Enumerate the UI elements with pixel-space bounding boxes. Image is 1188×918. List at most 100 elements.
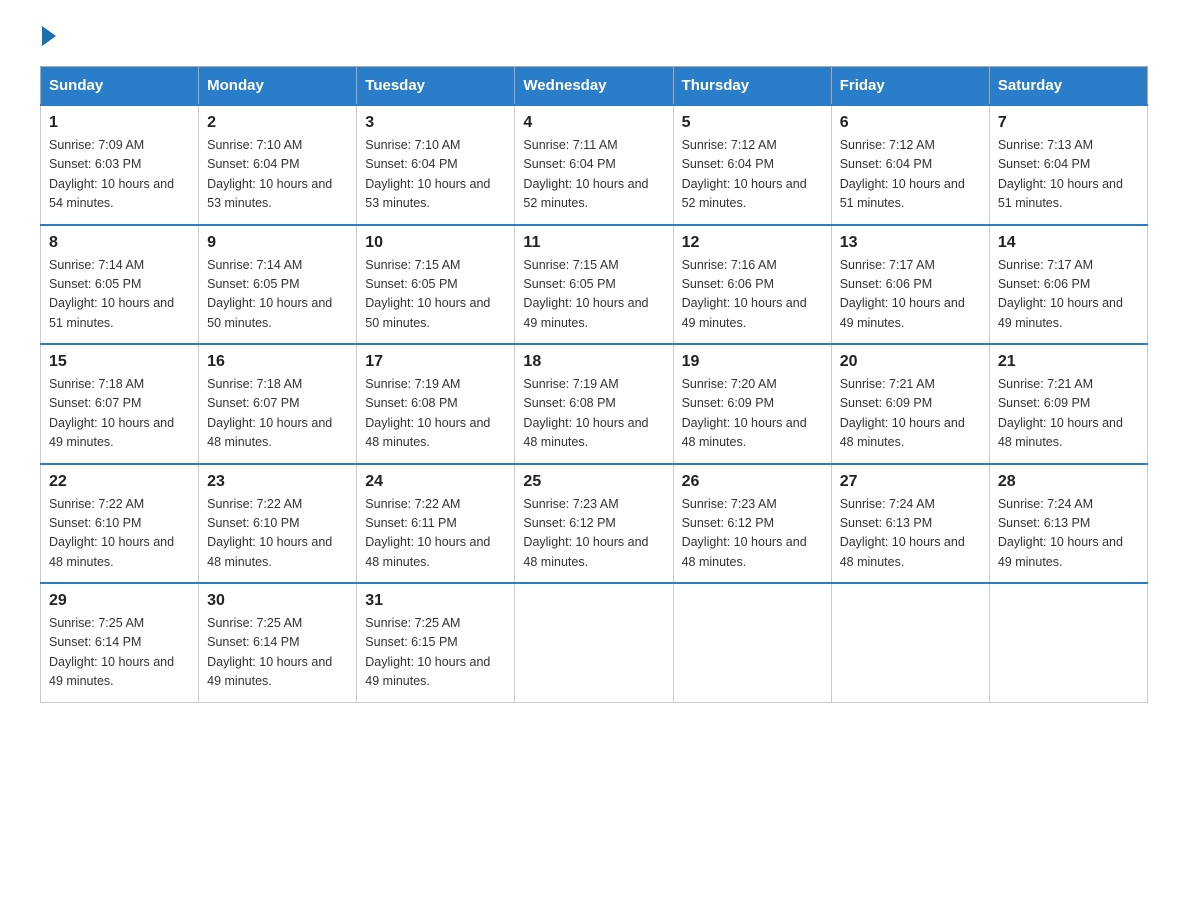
day-number: 6 [840, 114, 981, 132]
calendar-cell: 7Sunrise: 7:13 AMSunset: 6:04 PMDaylight… [989, 105, 1147, 225]
day-number: 13 [840, 234, 981, 252]
calendar-cell: 2 Sunrise: 7:10 AMSunset: 6:04 PMDaylight… [199, 105, 357, 225]
calendar-cell: 28 Sunrise: 7:24 AMSunset: 6:13 PMDayligh… [989, 464, 1147, 584]
day-number: 18 [523, 353, 664, 371]
calendar-cell: 23 Sunrise: 7:22 AMSunset: 6:10 PMDayligh… [199, 464, 357, 584]
day-info: Sunrise: 7:10 AMSunset: 6:04 PMDaylight:… [365, 136, 506, 214]
day-number: 8 [49, 234, 190, 252]
calendar-cell: 30 Sunrise: 7:25 AMSunset: 6:14 PMDayligh… [199, 583, 357, 702]
day-number: 23 [207, 473, 348, 491]
logo [40, 30, 56, 46]
week-row-1: 1 Sunrise: 7:09 AMSunset: 6:03 PMDaylight… [41, 105, 1148, 225]
weekday-header-friday: Friday [831, 67, 989, 106]
logo-triangle-icon [42, 26, 56, 46]
calendar-cell [831, 583, 989, 702]
day-info: Sunrise: 7:23 AMSunset: 6:12 PMDaylight:… [682, 495, 823, 573]
calendar-cell: 14Sunrise: 7:17 AMSunset: 6:06 PMDayligh… [989, 225, 1147, 345]
day-number: 30 [207, 592, 348, 610]
day-number: 7 [998, 114, 1139, 132]
calendar-cell: 3 Sunrise: 7:10 AMSunset: 6:04 PMDaylight… [357, 105, 515, 225]
day-number: 12 [682, 234, 823, 252]
day-info: Sunrise: 7:21 AMSunset: 6:09 PMDaylight:… [998, 375, 1139, 453]
day-number: 24 [365, 473, 506, 491]
calendar-cell: 25 Sunrise: 7:23 AMSunset: 6:12 PMDayligh… [515, 464, 673, 584]
calendar-cell: 9 Sunrise: 7:14 AMSunset: 6:05 PMDaylight… [199, 225, 357, 345]
day-info: Sunrise: 7:09 AMSunset: 6:03 PMDaylight:… [49, 136, 190, 214]
day-info: Sunrise: 7:24 AMSunset: 6:13 PMDaylight:… [998, 495, 1139, 573]
day-number: 2 [207, 114, 348, 132]
day-number: 14 [998, 234, 1139, 252]
calendar-cell: 5Sunrise: 7:12 AMSunset: 6:04 PMDaylight… [673, 105, 831, 225]
calendar-cell: 10 Sunrise: 7:15 AMSunset: 6:05 PMDayligh… [357, 225, 515, 345]
day-info: Sunrise: 7:17 AMSunset: 6:06 PMDaylight:… [840, 256, 981, 334]
day-number: 27 [840, 473, 981, 491]
day-info: Sunrise: 7:14 AMSunset: 6:05 PMDaylight:… [49, 256, 190, 334]
weekday-header-sunday: Sunday [41, 67, 199, 106]
week-row-2: 8 Sunrise: 7:14 AMSunset: 6:05 PMDaylight… [41, 225, 1148, 345]
day-info: Sunrise: 7:12 AMSunset: 6:04 PMDaylight:… [682, 136, 823, 214]
day-info: Sunrise: 7:15 AMSunset: 6:05 PMDaylight:… [523, 256, 664, 334]
calendar-cell: 18 Sunrise: 7:19 AMSunset: 6:08 PMDayligh… [515, 344, 673, 464]
calendar-cell: 19Sunrise: 7:20 AMSunset: 6:09 PMDayligh… [673, 344, 831, 464]
day-info: Sunrise: 7:10 AMSunset: 6:04 PMDaylight:… [207, 136, 348, 214]
calendar-cell: 26 Sunrise: 7:23 AMSunset: 6:12 PMDayligh… [673, 464, 831, 584]
calendar-cell: 4Sunrise: 7:11 AMSunset: 6:04 PMDaylight… [515, 105, 673, 225]
calendar-cell: 6 Sunrise: 7:12 AMSunset: 6:04 PMDaylight… [831, 105, 989, 225]
calendar-cell: 17 Sunrise: 7:19 AMSunset: 6:08 PMDayligh… [357, 344, 515, 464]
day-number: 21 [998, 353, 1139, 371]
day-info: Sunrise: 7:14 AMSunset: 6:05 PMDaylight:… [207, 256, 348, 334]
calendar-cell [989, 583, 1147, 702]
week-row-5: 29Sunrise: 7:25 AMSunset: 6:14 PMDayligh… [41, 583, 1148, 702]
calendar-cell: 21 Sunrise: 7:21 AMSunset: 6:09 PMDayligh… [989, 344, 1147, 464]
day-info: Sunrise: 7:16 AMSunset: 6:06 PMDaylight:… [682, 256, 823, 334]
day-info: Sunrise: 7:19 AMSunset: 6:08 PMDaylight:… [523, 375, 664, 453]
day-info: Sunrise: 7:24 AMSunset: 6:13 PMDaylight:… [840, 495, 981, 573]
day-info: Sunrise: 7:18 AMSunset: 6:07 PMDaylight:… [49, 375, 190, 453]
calendar-cell: 22Sunrise: 7:22 AMSunset: 6:10 PMDayligh… [41, 464, 199, 584]
day-info: Sunrise: 7:12 AMSunset: 6:04 PMDaylight:… [840, 136, 981, 214]
day-number: 28 [998, 473, 1139, 491]
week-row-4: 22Sunrise: 7:22 AMSunset: 6:10 PMDayligh… [41, 464, 1148, 584]
weekday-header-tuesday: Tuesday [357, 67, 515, 106]
day-info: Sunrise: 7:18 AMSunset: 6:07 PMDaylight:… [207, 375, 348, 453]
day-info: Sunrise: 7:25 AMSunset: 6:15 PMDaylight:… [365, 614, 506, 692]
day-number: 10 [365, 234, 506, 252]
day-number: 16 [207, 353, 348, 371]
day-number: 3 [365, 114, 506, 132]
day-number: 1 [49, 114, 190, 132]
weekday-header-wednesday: Wednesday [515, 67, 673, 106]
calendar-table: SundayMondayTuesdayWednesdayThursdayFrid… [40, 66, 1148, 703]
day-number: 25 [523, 473, 664, 491]
weekday-header-saturday: Saturday [989, 67, 1147, 106]
day-info: Sunrise: 7:22 AMSunset: 6:10 PMDaylight:… [49, 495, 190, 573]
page-header [40, 30, 1148, 46]
calendar-cell: 8 Sunrise: 7:14 AMSunset: 6:05 PMDaylight… [41, 225, 199, 345]
day-number: 20 [840, 353, 981, 371]
calendar-cell: 24 Sunrise: 7:22 AMSunset: 6:11 PMDayligh… [357, 464, 515, 584]
calendar-cell [515, 583, 673, 702]
calendar-cell: 29Sunrise: 7:25 AMSunset: 6:14 PMDayligh… [41, 583, 199, 702]
day-number: 4 [523, 114, 664, 132]
day-info: Sunrise: 7:25 AMSunset: 6:14 PMDaylight:… [49, 614, 190, 692]
day-info: Sunrise: 7:19 AMSunset: 6:08 PMDaylight:… [365, 375, 506, 453]
calendar-cell: 27 Sunrise: 7:24 AMSunset: 6:13 PMDayligh… [831, 464, 989, 584]
day-number: 9 [207, 234, 348, 252]
day-number: 17 [365, 353, 506, 371]
calendar-cell: 13 Sunrise: 7:17 AMSunset: 6:06 PMDayligh… [831, 225, 989, 345]
calendar-header-row: SundayMondayTuesdayWednesdayThursdayFrid… [41, 67, 1148, 106]
calendar-cell: 16 Sunrise: 7:18 AMSunset: 6:07 PMDayligh… [199, 344, 357, 464]
day-info: Sunrise: 7:23 AMSunset: 6:12 PMDaylight:… [523, 495, 664, 573]
calendar-cell: 11Sunrise: 7:15 AMSunset: 6:05 PMDayligh… [515, 225, 673, 345]
calendar-cell: 20Sunrise: 7:21 AMSunset: 6:09 PMDayligh… [831, 344, 989, 464]
day-info: Sunrise: 7:22 AMSunset: 6:11 PMDaylight:… [365, 495, 506, 573]
day-info: Sunrise: 7:22 AMSunset: 6:10 PMDaylight:… [207, 495, 348, 573]
week-row-3: 15Sunrise: 7:18 AMSunset: 6:07 PMDayligh… [41, 344, 1148, 464]
calendar-cell: 15Sunrise: 7:18 AMSunset: 6:07 PMDayligh… [41, 344, 199, 464]
calendar-cell: 31Sunrise: 7:25 AMSunset: 6:15 PMDayligh… [357, 583, 515, 702]
weekday-header-thursday: Thursday [673, 67, 831, 106]
day-info: Sunrise: 7:25 AMSunset: 6:14 PMDaylight:… [207, 614, 348, 692]
day-number: 19 [682, 353, 823, 371]
day-info: Sunrise: 7:15 AMSunset: 6:05 PMDaylight:… [365, 256, 506, 334]
day-number: 26 [682, 473, 823, 491]
calendar-cell: 12 Sunrise: 7:16 AMSunset: 6:06 PMDayligh… [673, 225, 831, 345]
